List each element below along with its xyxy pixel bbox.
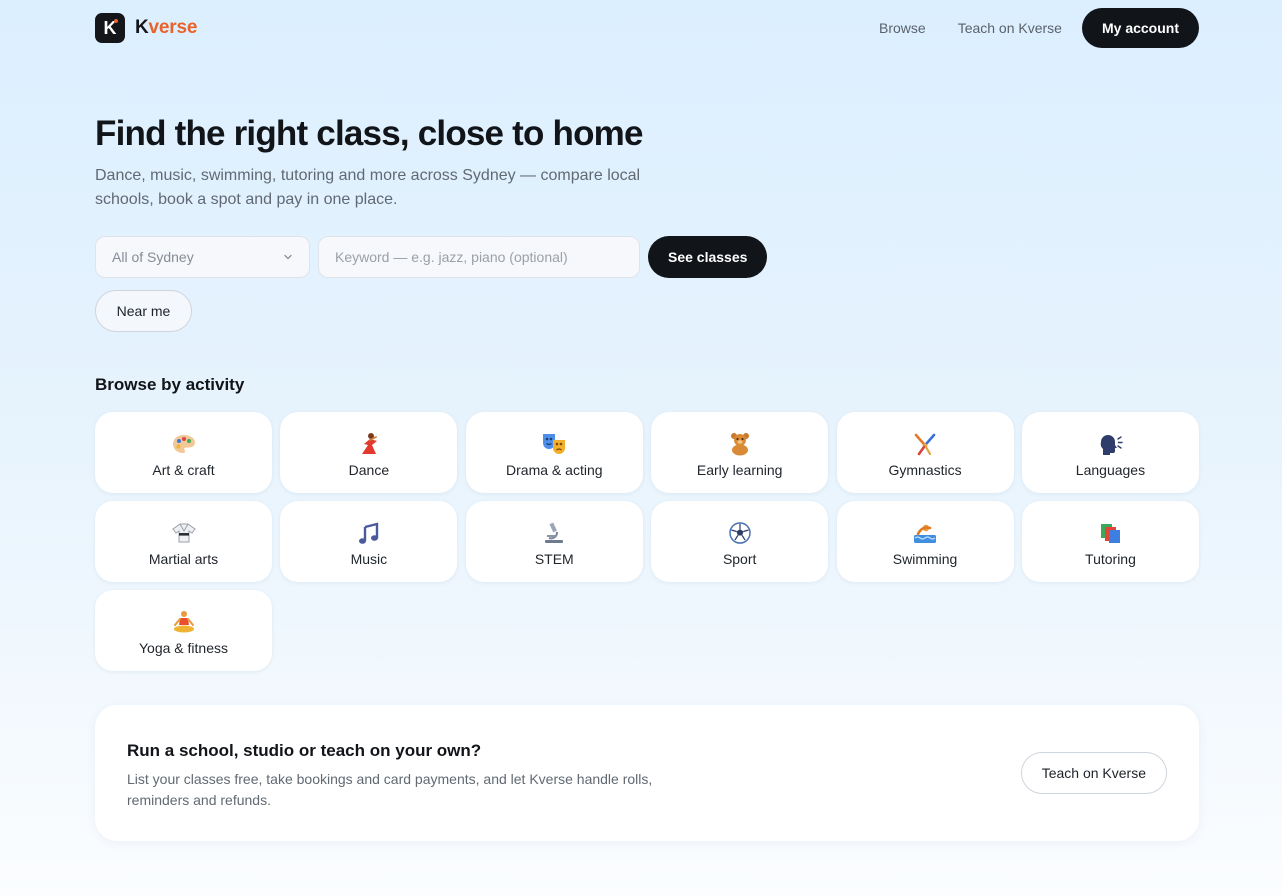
my-account-button[interactable]: My account bbox=[1081, 8, 1199, 48]
see-classes-button[interactable]: See classes bbox=[648, 236, 768, 278]
martial-arts-uniform-icon bbox=[171, 521, 197, 545]
activity-label: Art & craft bbox=[152, 461, 215, 478]
nav-browse-link[interactable]: Browse bbox=[879, 20, 926, 36]
activity-label: STEM bbox=[534, 550, 574, 567]
teach-cta-card: Run a school, studio or teach on your ow… bbox=[95, 705, 1199, 841]
keyword-input[interactable] bbox=[318, 236, 640, 278]
kverse-logo-icon: K bbox=[95, 13, 125, 43]
cta-title: Run a school, studio or teach on your ow… bbox=[127, 741, 482, 760]
nav-links: Browse Teach on Kverse My account bbox=[879, 8, 1199, 48]
teddy-bear-icon bbox=[727, 432, 753, 456]
activity-label: Languages bbox=[1075, 461, 1146, 478]
near-me-button[interactable]: Near me bbox=[95, 290, 192, 332]
activity-label: Gymnastics bbox=[888, 461, 962, 478]
activity-card-tutoring[interactable]: Tutoring bbox=[1021, 501, 1199, 582]
activity-card-swimming[interactable]: Swimming bbox=[836, 501, 1014, 582]
activity-card-yoga-fitness[interactable]: Yoga & fitness bbox=[95, 590, 272, 671]
activity-label: Tutoring bbox=[1085, 550, 1136, 567]
activity-card-stem[interactable]: STEM bbox=[465, 501, 643, 582]
microscope-icon bbox=[541, 521, 567, 545]
chevron-down-icon bbox=[284, 254, 292, 260]
swimmer-icon bbox=[912, 521, 938, 545]
activity-card-art-craft[interactable]: Art & craft bbox=[95, 412, 272, 493]
activity-card-drama[interactable]: Drama & acting bbox=[465, 412, 643, 493]
activity-label: Early learning bbox=[696, 461, 783, 478]
activity-card-gymnastics[interactable]: Gymnastics bbox=[836, 412, 1014, 493]
books-icon bbox=[1097, 521, 1123, 545]
theater-masks-icon bbox=[540, 432, 568, 456]
search-bar: All of Sydney See classes bbox=[95, 236, 768, 278]
nav-teach-link[interactable]: Teach on Kverse bbox=[958, 20, 1062, 36]
location-select-value: All of Sydney bbox=[112, 249, 194, 265]
dancer-icon bbox=[356, 432, 382, 456]
activity-label: Sport bbox=[722, 550, 757, 567]
location-select[interactable]: All of Sydney bbox=[95, 236, 310, 278]
soccer-ball-icon bbox=[727, 521, 753, 545]
page-title: Find the right class, close to home bbox=[95, 114, 643, 153]
page-subtitle: Dance, music, swimming, tutoring and mor… bbox=[95, 167, 641, 208]
activity-label: Drama & acting bbox=[506, 461, 603, 478]
speaking-head-icon bbox=[1097, 432, 1124, 456]
brand-logo[interactable]: K Kverse bbox=[95, 13, 197, 43]
activity-label: Yoga & fitness bbox=[139, 639, 228, 656]
brand-name: Kverse bbox=[135, 17, 198, 38]
activity-card-early-learning[interactable]: Early learning bbox=[651, 412, 829, 493]
activity-card-martial-arts[interactable]: Martial arts bbox=[95, 501, 272, 582]
activity-card-languages[interactable]: Languages bbox=[1021, 412, 1199, 493]
cta-description: List your classes free, take bookings an… bbox=[127, 771, 653, 808]
top-nav: K Kverse Browse Teach on Kverse My accou… bbox=[95, 8, 1199, 48]
activity-label: Martial arts bbox=[148, 550, 219, 567]
musical-notes-icon bbox=[356, 521, 382, 545]
palette-icon bbox=[171, 432, 197, 456]
activity-card-sport[interactable]: Sport bbox=[651, 501, 829, 582]
activity-grid: Art & craft Dance Drama & acting Early l… bbox=[95, 412, 1199, 671]
activity-label: Swimming bbox=[892, 550, 958, 567]
lotus-position-icon bbox=[171, 610, 197, 634]
activity-label: Music bbox=[350, 550, 388, 567]
browse-section-title: Browse by activity bbox=[95, 375, 245, 394]
cartwheel-icon bbox=[912, 432, 938, 456]
activity-card-music[interactable]: Music bbox=[280, 501, 458, 582]
activity-label: Dance bbox=[348, 461, 390, 478]
teach-on-kverse-button[interactable]: Teach on Kverse bbox=[1020, 752, 1167, 794]
activity-card-dance[interactable]: Dance bbox=[280, 412, 458, 493]
